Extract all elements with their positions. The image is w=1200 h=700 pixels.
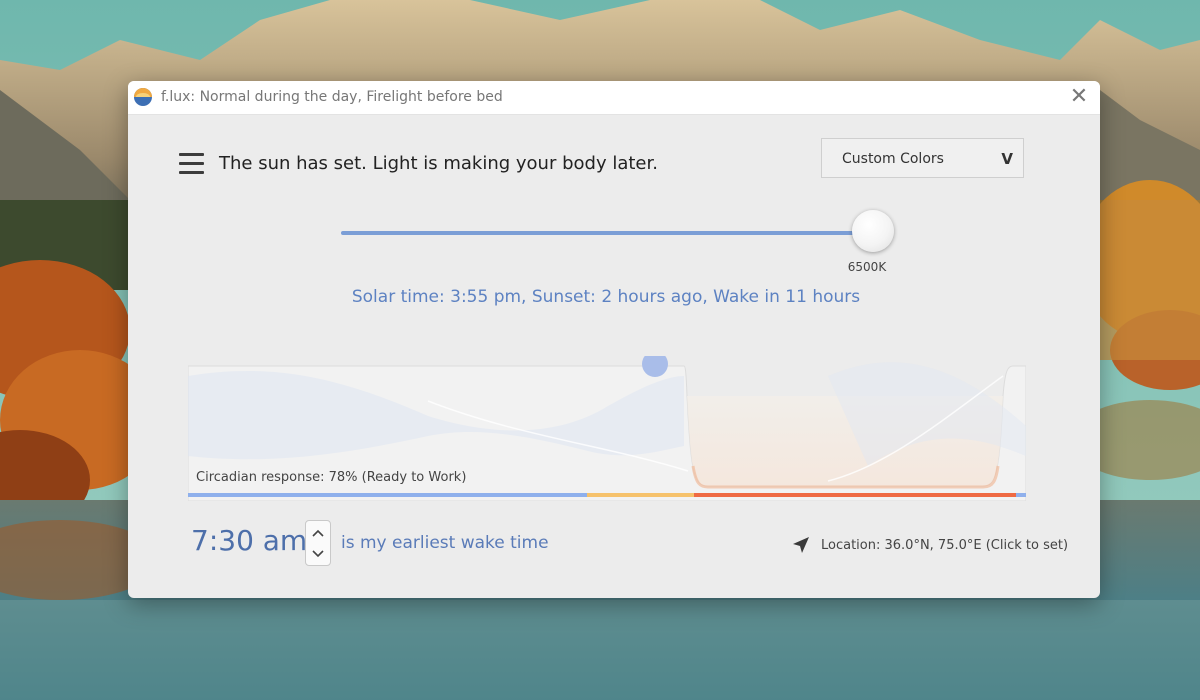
hamburger-menu-icon[interactable] — [179, 153, 204, 175]
flux-app-icon — [134, 88, 152, 106]
color-temperature-slider-thumb[interactable] — [852, 210, 894, 252]
day-segment — [188, 493, 587, 497]
bedtime-segment — [694, 493, 1016, 497]
color-mode-selected: Custom Colors — [842, 151, 944, 167]
wake-time-value[interactable]: 7:30 am — [191, 524, 307, 557]
color-temperature-value: 6500K — [847, 260, 887, 274]
color-mode-dropdown[interactable]: Custom Colors V — [821, 138, 1024, 178]
sunset-segment — [587, 493, 694, 497]
wake-time-stepper[interactable] — [305, 520, 331, 566]
window-title: f.lux: Normal during the day, Firelight … — [161, 89, 503, 105]
status-message: The sun has set. Light is making your bo… — [219, 153, 658, 174]
close-icon[interactable]: ✕ — [1064, 85, 1094, 111]
chevron-down-icon[interactable] — [306, 543, 330, 564]
color-temperature-slider-track[interactable] — [341, 231, 866, 235]
circadian-response-label: Circadian response: 78% (Ready to Work) — [196, 470, 467, 485]
location-text: Location: 36.0°N, 75.0°E (Click to set) — [821, 538, 1069, 553]
wake-segment — [1016, 493, 1026, 497]
solar-time-info: Solar time: 3:55 pm, Sunset: 2 hours ago… — [351, 287, 861, 307]
wake-time-caption: is my earliest wake time — [341, 533, 549, 553]
chevron-down-icon: V — [1001, 150, 1013, 168]
navigation-arrow-icon — [793, 537, 809, 553]
chevron-up-icon[interactable] — [306, 522, 330, 543]
title-bar[interactable]: f.lux: Normal during the day, Firelight … — [128, 81, 1100, 115]
flux-window: f.lux: Normal during the day, Firelight … — [128, 81, 1100, 598]
